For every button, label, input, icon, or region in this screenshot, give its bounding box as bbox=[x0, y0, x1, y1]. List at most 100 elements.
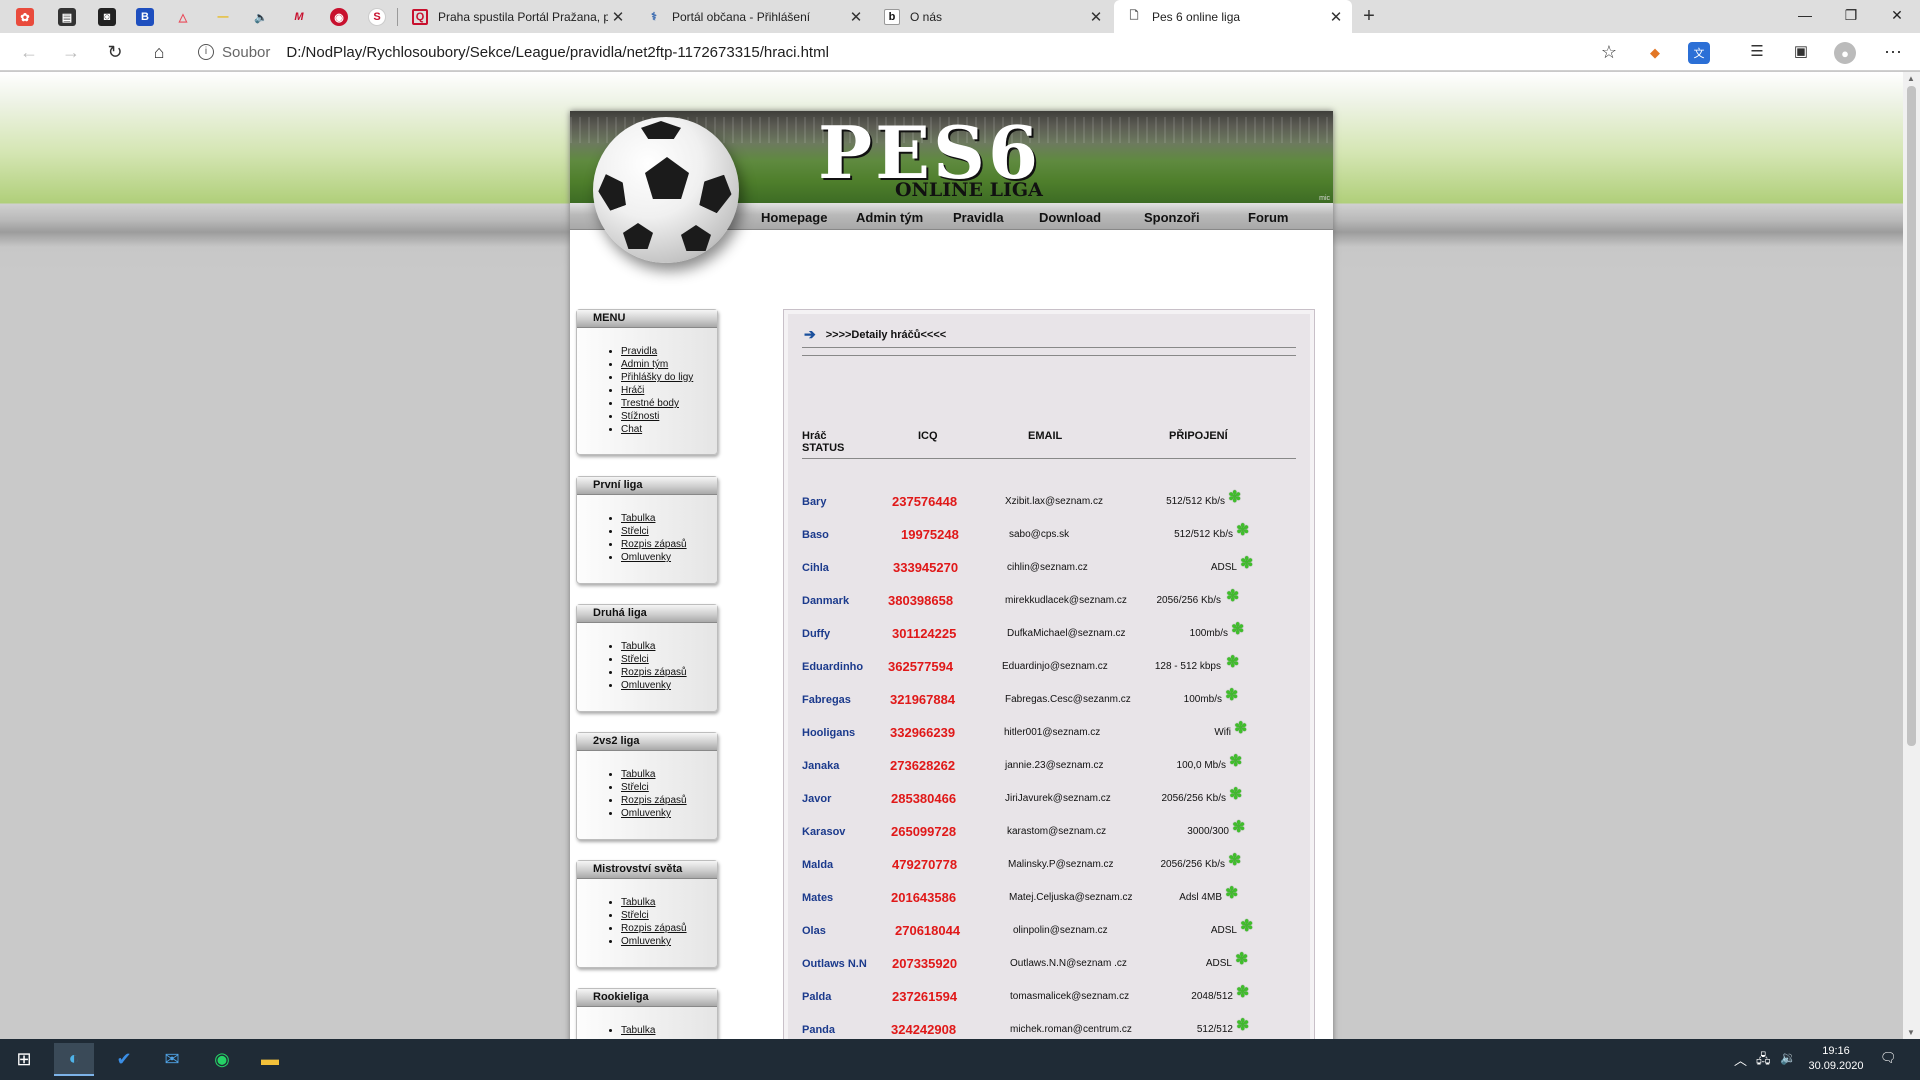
sidebar-link[interactable]: Střelci bbox=[621, 781, 717, 794]
sidebar-link[interactable]: Střelci bbox=[621, 525, 717, 538]
tab-o-nas[interactable]: b O nás ✕ bbox=[872, 0, 1112, 33]
sidebar-link[interactable]: Rozpis zápasů bbox=[621, 538, 717, 551]
sidebar-link[interactable]: Omluvenky bbox=[621, 679, 717, 692]
player-email[interactable]: sabo@cps.sk bbox=[1009, 529, 1069, 540]
address-bar[interactable]: i Soubor D:/NodPlay/Rychlosoubory/Sekce/… bbox=[198, 38, 1628, 66]
todo-check-icon[interactable]: ✔ bbox=[104, 1043, 144, 1076]
favorites-icon[interactable]: ☰ bbox=[1744, 40, 1770, 64]
player-email[interactable]: JiriJavurek@seznam.cz bbox=[1005, 793, 1111, 804]
player-name[interactable]: Bary bbox=[802, 496, 826, 508]
sidebar-link[interactable]: Pravidla bbox=[621, 345, 717, 358]
scroll-up-icon[interactable]: ▲ bbox=[1907, 74, 1915, 83]
pinned-tab-7[interactable]: 🔈 bbox=[250, 6, 272, 28]
sidebar-link[interactable]: Přihlášky do ligy bbox=[621, 371, 717, 384]
translate-icon[interactable]: 文 bbox=[1688, 42, 1710, 64]
tab-praha[interactable]: Q Praha spustila Portál Pražana, po ✕ bbox=[400, 0, 634, 33]
nav-homepage[interactable]: Homepage bbox=[761, 210, 827, 225]
close-icon[interactable]: ✕ bbox=[846, 8, 866, 26]
player-email[interactable]: Malinsky.P@seznam.cz bbox=[1008, 859, 1114, 870]
system-clock[interactable]: 19:16 30.09.2020 bbox=[1806, 1044, 1866, 1074]
mail-icon[interactable]: ✉ bbox=[152, 1043, 192, 1076]
sidebar-link[interactable]: Rozpis zápasů bbox=[621, 922, 717, 935]
maximize-button[interactable]: ❐ bbox=[1828, 0, 1874, 30]
close-icon[interactable]: ✕ bbox=[608, 8, 628, 26]
player-email[interactable]: karastom@seznam.cz bbox=[1007, 826, 1106, 837]
sidebar-link[interactable]: Tabulka bbox=[621, 768, 717, 781]
sidebar-link[interactable]: Tabulka bbox=[621, 512, 717, 525]
nav-download[interactable]: Download bbox=[1039, 210, 1101, 225]
pinned-tab-3[interactable]: ◙ bbox=[96, 6, 118, 28]
settings-more-icon[interactable]: ⋯ bbox=[1880, 40, 1906, 64]
sidebar-link[interactable]: Rozpis zápasů bbox=[621, 666, 717, 679]
close-icon[interactable]: ✕ bbox=[1326, 8, 1346, 26]
player-name[interactable]: Outlaws N.N bbox=[802, 958, 867, 970]
player-name[interactable]: Karasov bbox=[802, 826, 845, 838]
pinned-tab-6[interactable]: — bbox=[212, 6, 234, 28]
tab-portal-obcana[interactable]: ⚕ Portál občana - Přihlášení ✕ bbox=[634, 0, 872, 33]
sidebar-link[interactable]: Chat bbox=[621, 423, 717, 436]
scrollbar-thumb[interactable] bbox=[1907, 86, 1916, 746]
sidebar-link[interactable]: Stížnosti bbox=[621, 410, 717, 423]
sidebar-link[interactable]: Tabulka bbox=[621, 896, 717, 909]
nav-sponzori[interactable]: Sponzoři bbox=[1144, 210, 1200, 225]
player-email[interactable]: olinpolin@seznam.cz bbox=[1013, 925, 1108, 936]
start-windows-icon[interactable]: ⊞ bbox=[4, 1043, 44, 1076]
favorite-star-icon[interactable]: ☆ bbox=[1596, 40, 1622, 64]
sidebar-link[interactable]: Tabulka bbox=[621, 640, 717, 653]
pinned-tab-4[interactable]: B bbox=[134, 6, 156, 28]
player-name[interactable]: Eduardinho bbox=[802, 661, 863, 673]
sidebar-link[interactable]: Omluvenky bbox=[621, 935, 717, 948]
player-name[interactable]: Janaka bbox=[802, 760, 839, 772]
nav-forum[interactable]: Forum bbox=[1248, 210, 1288, 225]
nav-admin-tym[interactable]: Admin tým bbox=[856, 210, 923, 225]
network-icon[interactable]: 🖧 bbox=[1756, 1050, 1771, 1072]
player-email[interactable]: Outlaws.N.N@seznam .cz bbox=[1010, 958, 1127, 969]
pinned-tab-2[interactable]: ▤ bbox=[56, 6, 78, 28]
player-name[interactable]: Javor bbox=[802, 793, 831, 805]
profile-avatar[interactable]: ● bbox=[1834, 42, 1856, 64]
sidebar-link[interactable]: Omluvenky bbox=[621, 807, 717, 820]
player-name[interactable]: Hooligans bbox=[802, 727, 855, 739]
new-tab-button[interactable]: + bbox=[1356, 4, 1382, 30]
player-email[interactable]: Eduardinjo@seznam.cz bbox=[1002, 661, 1108, 672]
sidebar-link[interactable]: Střelci bbox=[621, 653, 717, 666]
home-button[interactable]: ⌂ bbox=[146, 40, 172, 64]
player-name[interactable]: Panda bbox=[802, 1024, 835, 1036]
player-email[interactable]: jannie.23@seznam.cz bbox=[1005, 760, 1104, 771]
sidebar-link[interactable]: Admin tým bbox=[621, 358, 717, 371]
sidebar-link[interactable]: Rozpis zápasů bbox=[621, 794, 717, 807]
back-button[interactable]: ← bbox=[16, 40, 42, 64]
metamask-icon[interactable]: ◆ bbox=[1644, 42, 1666, 64]
player-email[interactable]: tomasmalicek@seznam.cz bbox=[1010, 991, 1129, 1002]
player-name[interactable]: Olas bbox=[802, 925, 826, 937]
player-name[interactable]: Cihla bbox=[802, 562, 829, 574]
player-email[interactable]: Xzibit.lax@seznam.cz bbox=[1005, 496, 1103, 507]
pinned-tab-10[interactable]: S bbox=[366, 6, 388, 28]
refresh-button[interactable]: ↻ bbox=[102, 40, 128, 64]
window-close-button[interactable]: ✕ bbox=[1874, 0, 1920, 30]
player-name[interactable]: Malda bbox=[802, 859, 833, 871]
player-name[interactable]: Fabregas bbox=[802, 694, 851, 706]
pinned-tab-9[interactable]: ◉ bbox=[328, 6, 350, 28]
volume-icon[interactable]: 🔉 bbox=[1780, 1050, 1796, 1066]
pinned-tab-1[interactable]: ✿ bbox=[14, 6, 36, 28]
close-icon[interactable]: ✕ bbox=[1086, 8, 1106, 26]
player-name[interactable]: Duffy bbox=[802, 628, 830, 640]
tab-pes6-active[interactable]: 🗋 Pes 6 online liga ✕ bbox=[1114, 0, 1352, 33]
whatsapp-icon[interactable]: ◉ bbox=[202, 1043, 242, 1076]
player-name[interactable]: Palda bbox=[802, 991, 831, 1003]
sidebar-link[interactable]: Hráči bbox=[621, 384, 717, 397]
edge-browser-icon[interactable]: ◐ bbox=[54, 1043, 94, 1076]
scroll-down-icon[interactable]: ▼ bbox=[1907, 1028, 1915, 1037]
player-email[interactable]: hitler001@seznam.cz bbox=[1004, 727, 1100, 738]
sidebar-link[interactable]: Střelci bbox=[621, 909, 717, 922]
player-email[interactable]: cihlin@seznam.cz bbox=[1007, 562, 1088, 573]
minimize-button[interactable]: — bbox=[1782, 0, 1828, 30]
info-icon[interactable]: i bbox=[198, 44, 214, 60]
player-name[interactable]: Mates bbox=[802, 892, 833, 904]
sidebar-link[interactable]: Tabulka bbox=[621, 1024, 717, 1037]
notifications-icon[interactable]: 🗨 bbox=[1880, 1050, 1897, 1066]
player-name[interactable]: Baso bbox=[802, 529, 829, 541]
sidebar-link[interactable]: Trestné body bbox=[621, 397, 717, 410]
vertical-scrollbar[interactable]: ▲ ▼ bbox=[1903, 72, 1920, 1039]
